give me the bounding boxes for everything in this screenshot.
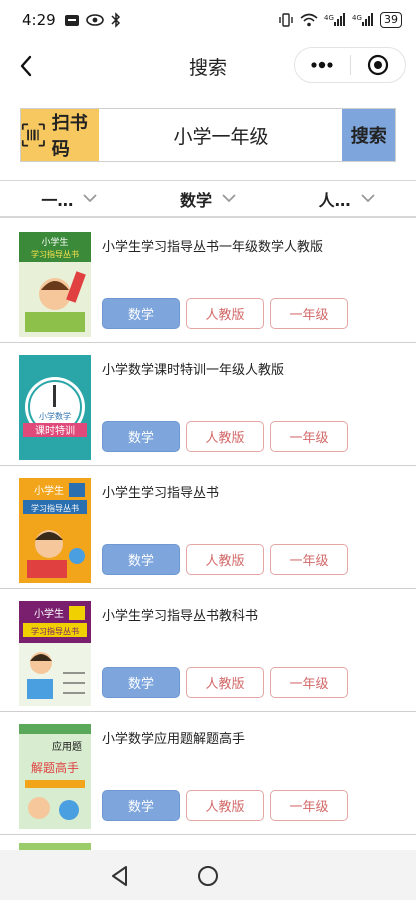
svg-text:解题高手: 解题高手 (31, 760, 79, 775)
filter-grade[interactable]: 一… (0, 181, 139, 216)
tag-edition[interactable]: 人教版 (186, 667, 264, 698)
tag-edition[interactable]: 人教版 (186, 544, 264, 575)
system-navigation-bar (0, 850, 416, 900)
tag-grade[interactable]: 一年级 (270, 667, 348, 698)
more-dots-icon (311, 61, 333, 69)
svg-text:4G: 4G (352, 14, 362, 22)
more-button[interactable] (295, 48, 350, 82)
system-back-button[interactable] (108, 864, 132, 888)
filter-edition[interactable]: 人… (277, 181, 416, 216)
svg-text:学习指导丛书: 学习指导丛书 (31, 626, 79, 636)
filter-edition-label: 人… (318, 190, 351, 210)
filter-grade-label: 一… (41, 190, 74, 210)
book-title: 小学数学应用题解题高手 (102, 732, 246, 747)
tag-grade[interactable]: 一年级 (270, 421, 348, 452)
filter-subject[interactable]: 数学 (139, 181, 278, 216)
system-home-button[interactable] (196, 864, 220, 888)
chevron-down-icon (361, 194, 375, 203)
signal-4g-icon: 4G (324, 13, 346, 27)
barcode-scan-icon (21, 123, 45, 147)
battery-indicator: 39 (380, 12, 402, 28)
book-cover-image: 小学数学 课时特训 (19, 355, 91, 460)
book-title: 小学数学课时特训一年级人教版 (102, 363, 285, 378)
eye-icon (85, 14, 104, 26)
circle-home-icon (198, 866, 218, 886)
book-title: 小学生学习指导丛书教科书 (102, 609, 259, 624)
svg-text:小学生: 小学生 (34, 607, 64, 620)
book-title: 小学生学习指导丛书一年级数学人教版 (102, 240, 324, 255)
status-bar: 4:29 4G 4G 39 (0, 0, 416, 40)
close-miniprogram-button[interactable] (351, 48, 406, 82)
svg-text:学习指导丛书: 学习指导丛书 (31, 249, 79, 259)
chevron-left-icon (20, 55, 32, 77)
book-cover-image: 应用题 解题高手 (19, 724, 91, 829)
target-circle-icon (367, 54, 388, 76)
book-tags: 数学 人教版 一年级 (102, 298, 348, 329)
svg-text:课时特训: 课时特训 (35, 425, 75, 437)
page: 4:29 4G 4G 39 搜索 扫书码 小学一年级 搜索 一… 数学 人… 小… (0, 0, 416, 900)
tag-edition[interactable]: 人教版 (186, 790, 264, 821)
svg-text:4G: 4G (324, 14, 334, 22)
tag-subject[interactable]: 数学 (102, 667, 180, 698)
tag-edition[interactable]: 人教版 (186, 421, 264, 452)
book-list: 小学生 学习指导丛书 小学生学习指导丛书一年级数学人教版 数学 人教版 一年级 (0, 220, 416, 855)
list-item[interactable]: 小学数学 课时特训 小学数学课时特训一年级人教版 数学 人教版 一年级 (0, 343, 416, 466)
list-item[interactable]: 小学生 学习指导丛书 小学生学习指导丛书 数学 人教版 一年级 (0, 466, 416, 589)
miniprogram-capsule (294, 47, 406, 83)
tag-grade[interactable]: 一年级 (270, 790, 348, 821)
tag-grade[interactable]: 一年级 (270, 298, 348, 329)
search-button[interactable]: 搜索 (342, 109, 395, 161)
search-bar: 扫书码 搜索 (20, 108, 396, 162)
book-cover-image: 小学生 学习指导丛书 (19, 478, 91, 583)
status-left-icons (64, 12, 122, 28)
book-tags: 数学 人教版 一年级 (102, 421, 348, 452)
chevron-down-icon (222, 194, 236, 203)
list-item[interactable]: 应用题 解题高手 小学数学应用题解题高手 数学 人教版 一年级 (0, 712, 416, 835)
filter-bar: 一… 数学 人… (0, 180, 416, 218)
signal-4g-icon: 4G (352, 13, 374, 27)
svg-text:学习指导丛书: 学习指导丛书 (31, 503, 79, 513)
book-tags: 数学 人教版 一年级 (102, 544, 348, 575)
book-cover-image: 小学生 学习指导丛书 (19, 601, 91, 706)
search-input[interactable] (99, 109, 343, 161)
message-icon (64, 14, 80, 27)
list-item[interactable]: 小学生 学习指导丛书 小学生学习指导丛书一年级数学人教版 数学 人教版 一年级 (0, 220, 416, 343)
book-cover-image: 小学生 学习指导丛书 (19, 232, 91, 337)
navigation-bar: 搜索 (0, 40, 416, 92)
svg-text:小学生: 小学生 (41, 236, 68, 248)
svg-text:应用题: 应用题 (52, 740, 82, 753)
tag-subject[interactable]: 数学 (102, 790, 180, 821)
scan-code-label: 扫书码 (51, 113, 88, 160)
chevron-down-icon (83, 194, 97, 203)
status-time: 4:29 (22, 11, 56, 29)
svg-text:小学生: 小学生 (34, 484, 64, 497)
tag-grade[interactable]: 一年级 (270, 544, 348, 575)
book-tags: 数学 人教版 一年级 (102, 667, 348, 698)
svg-text:小学数学: 小学数学 (39, 411, 71, 421)
back-button[interactable] (12, 52, 40, 80)
filter-subject-label: 数学 (180, 190, 213, 210)
status-right-icons: 4G 4G 39 (278, 12, 402, 28)
tag-subject[interactable]: 数学 (102, 421, 180, 452)
book-title: 小学生学习指导丛书 (102, 486, 220, 501)
vibrate-icon (278, 13, 294, 27)
tag-subject[interactable]: 数学 (102, 544, 180, 575)
book-tags: 数学 人教版 一年级 (102, 790, 348, 821)
tag-subject[interactable]: 数学 (102, 298, 180, 329)
wifi-icon (300, 13, 318, 27)
triangle-back-icon (112, 866, 127, 886)
tag-edition[interactable]: 人教版 (186, 298, 264, 329)
bluetooth-icon (110, 12, 122, 28)
scan-code-button[interactable]: 扫书码 (21, 109, 100, 161)
list-item[interactable]: 小学生 学习指导丛书 小学生学习指导丛书教科书 数学 人教版 一年级 (0, 589, 416, 712)
